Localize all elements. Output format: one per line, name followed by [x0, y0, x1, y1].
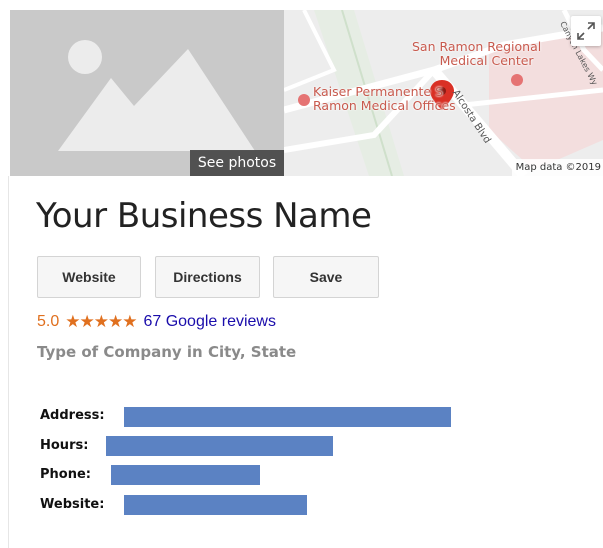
website-button[interactable]: Website	[37, 256, 141, 298]
map-place-label-regional: San Ramon Regional Medical Center	[412, 39, 542, 68]
map-attribution: Map data ©2019	[511, 159, 603, 176]
expand-icon	[577, 22, 595, 40]
address-label: Address:	[40, 408, 105, 423]
business-name: Your Business Name	[36, 196, 372, 236]
hours-label: Hours:	[40, 438, 89, 453]
star-rating-icon: ★★★★★	[65, 312, 137, 332]
rating-row: 5.0 ★★★★★ 67 Google reviews	[37, 312, 276, 332]
map-place-label-kaiser: Kaiser Permanente S Ramon Medical Office…	[313, 84, 456, 113]
see-photos-button[interactable]: See photos	[190, 150, 284, 176]
hours-value-redacted	[106, 436, 333, 456]
phone-value-redacted	[111, 465, 260, 485]
website-info-label: Website:	[40, 497, 105, 512]
map-thumbnail[interactable]: San Ramon Regional Medical Center Kaiser…	[284, 10, 603, 176]
address-value-redacted	[124, 407, 451, 427]
google-reviews-link[interactable]: 67 Google reviews	[143, 313, 276, 331]
phone-label: Phone:	[40, 467, 91, 482]
rating-value: 5.0	[37, 313, 60, 330]
photo-thumbnail[interactable]: See photos	[10, 10, 284, 176]
website-value-redacted	[124, 495, 307, 515]
save-button[interactable]: Save	[273, 256, 379, 298]
business-type: Type of Company in City, State	[37, 343, 297, 361]
expand-map-button[interactable]	[571, 16, 601, 46]
top-strip	[0, 0, 603, 10]
directions-button[interactable]: Directions	[155, 256, 260, 298]
panel-border	[8, 176, 9, 548]
